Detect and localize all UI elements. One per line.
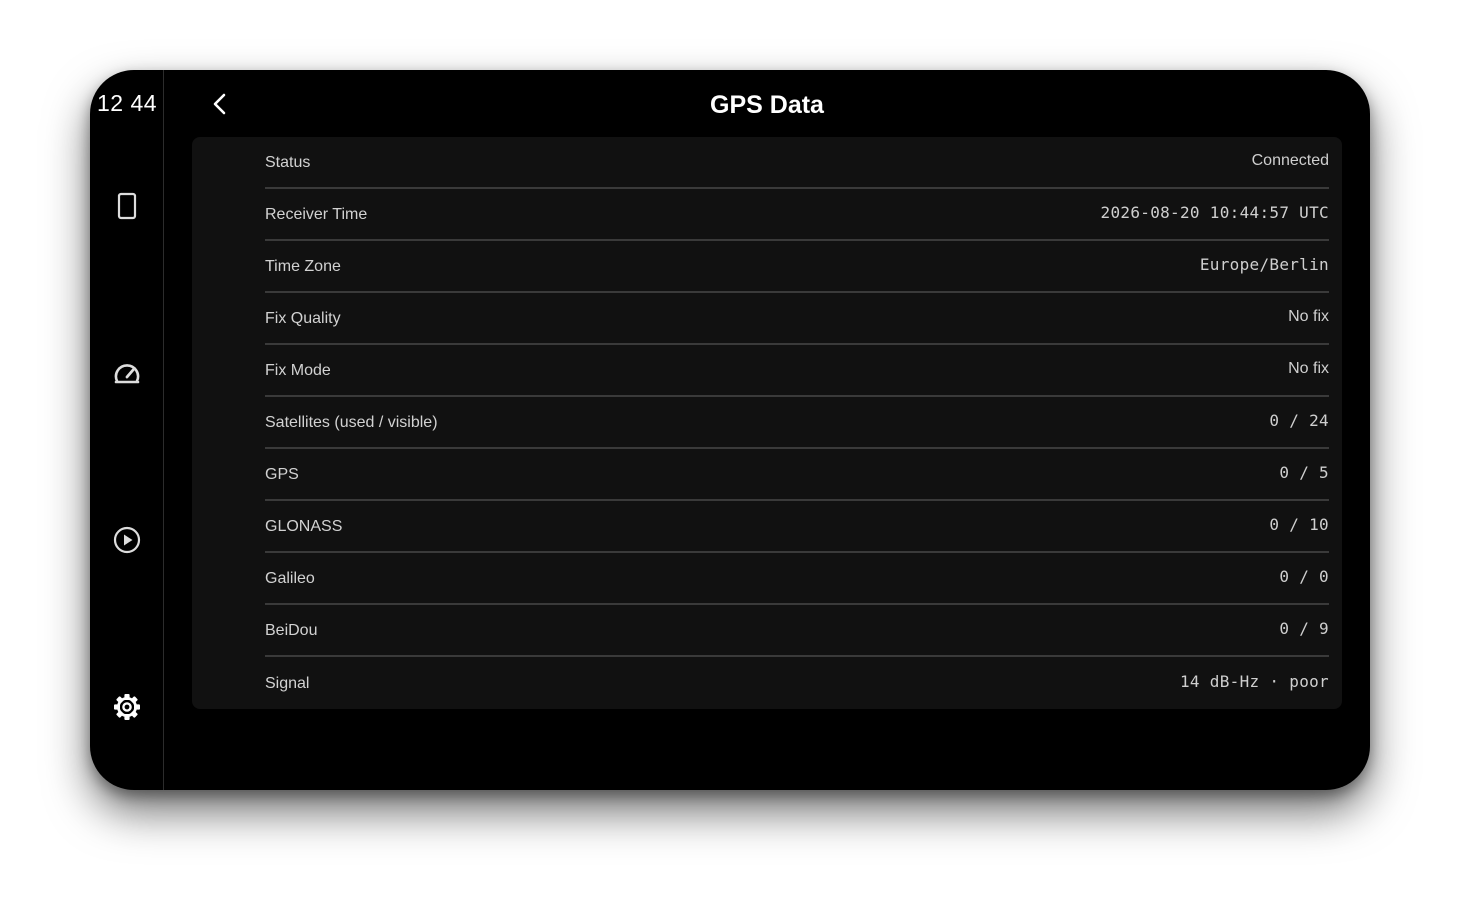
gps-data-row: BeiDou 0 / 9 <box>265 605 1329 657</box>
gps-row-label: Time Zone <box>265 257 341 275</box>
tablet-icon <box>116 192 138 220</box>
gps-data-row: Fix Mode No fix <box>265 345 1329 397</box>
gps-row-value: 0 / 9 <box>1279 619 1329 638</box>
gps-row-value: 0 / 5 <box>1279 463 1329 482</box>
nav-dashboard-button[interactable] <box>107 353 147 393</box>
gps-row-label: Fix Quality <box>265 309 341 327</box>
gps-data-row: Galileo 0 / 0 <box>265 553 1329 605</box>
nav-settings-button[interactable] <box>107 687 147 727</box>
gps-data-card: Status Connected Receiver Time 2026-08-20 1… <box>192 137 1342 709</box>
gps-row-label: GLONASS <box>265 517 343 535</box>
nav-rail: 12 44 <box>90 70 164 790</box>
speedometer-icon <box>112 360 142 386</box>
gps-row-value: 2026-08-20 10:44:57 UTC <box>1100 203 1329 222</box>
gps-data-row: GPS 0 / 5 <box>265 449 1329 501</box>
page-title: GPS Data <box>710 91 824 119</box>
gps-data-row: Signal 14 dB-Hz · poor <box>265 657 1329 709</box>
nav-device-button[interactable] <box>107 186 147 226</box>
gps-row-label: GPS <box>265 465 299 483</box>
gps-row-label: Fix Mode <box>265 361 331 379</box>
gps-row-label: Signal <box>265 674 310 692</box>
gps-data-row: GLONASS 0 / 10 <box>265 501 1329 553</box>
gps-row-label: Receiver Time <box>265 205 368 223</box>
gps-row-label: Galileo <box>265 569 315 587</box>
nav-media-button[interactable] <box>107 520 147 560</box>
gps-data-list: Status Connected Receiver Time 2026-08-20 1… <box>265 137 1329 709</box>
main-panel: GPS Data Status Connected Receiver Time 202… <box>164 70 1370 790</box>
gps-data-row: Receiver Time 2026-08-20 10:44:57 UTC <box>265 189 1329 241</box>
gps-row-value: 0 / 10 <box>1269 515 1329 534</box>
head-unit-screen: 12 44 GPS Data Status Connected Receiver… <box>90 70 1370 790</box>
gps-row-label: BeiDou <box>265 621 318 639</box>
clock: 12 44 <box>96 90 158 116</box>
gps-data-row: Status Connected <box>265 137 1329 189</box>
gps-row-value: Europe/Berlin <box>1199 255 1329 274</box>
gps-data-row: Satellites (used / visible) 0 / 24 <box>265 397 1329 449</box>
play-circle-icon <box>112 525 142 555</box>
gps-row-value: 0 / 0 <box>1279 567 1329 586</box>
gps-row-value: 0 / 24 <box>1269 411 1329 430</box>
gps-data-row: Time Zone Europe/Berlin <box>265 241 1329 293</box>
gps-row-value: Connected <box>1251 151 1329 169</box>
gear-icon <box>112 692 142 722</box>
gps-data-row: Fix Quality No fix <box>265 293 1329 345</box>
gps-row-label: Satellites (used / visible) <box>265 413 438 431</box>
gps-row-value: No fix <box>1288 307 1329 325</box>
gps-row-label: Status <box>265 153 311 171</box>
gps-row-value: No fix <box>1288 359 1329 377</box>
gps-row-value: 14 dB-Hz · poor <box>1180 672 1329 691</box>
